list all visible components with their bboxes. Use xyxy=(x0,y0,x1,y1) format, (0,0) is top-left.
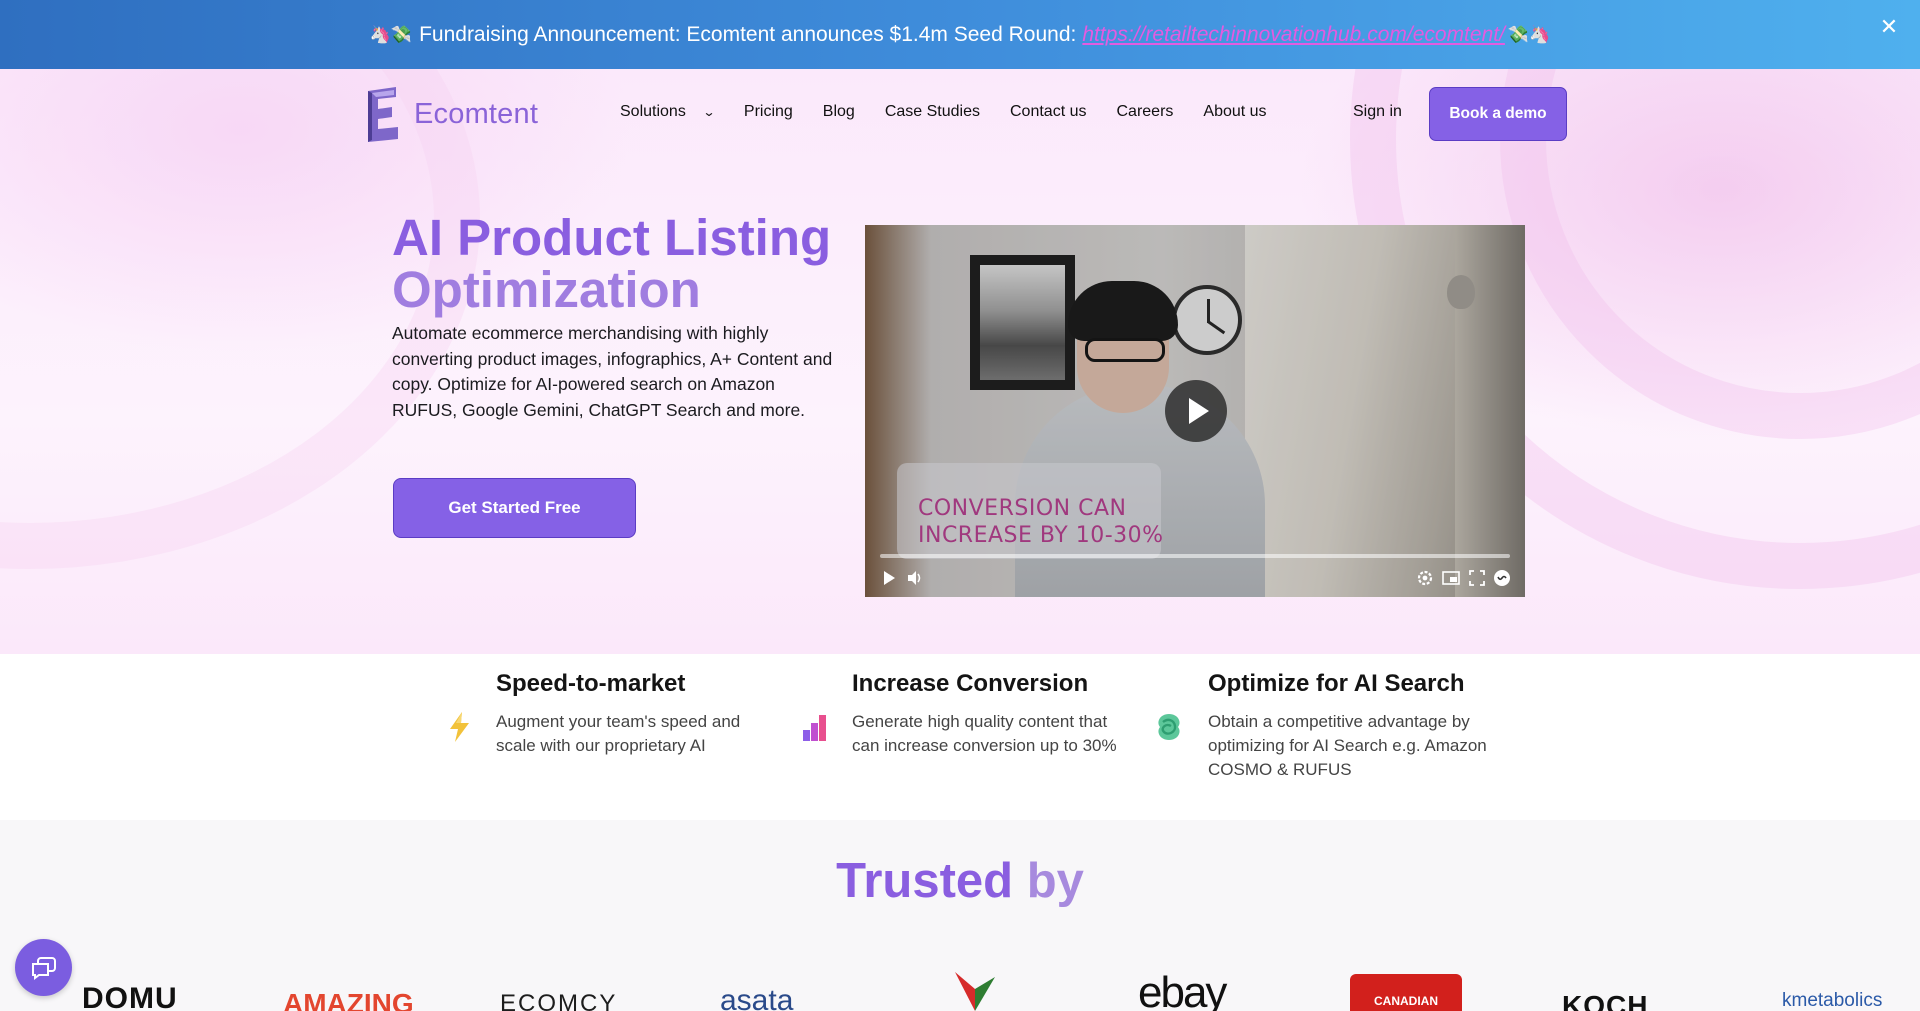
video-progress-bar[interactable] xyxy=(880,554,1510,558)
hero-title: AI Product Listing Optimization xyxy=(392,212,852,316)
trusted-title-word2: by xyxy=(1026,854,1084,908)
hero-description: Automate ecommerce merchandising with hi… xyxy=(392,323,833,420)
chevron-down-icon: ⌄ xyxy=(702,105,716,119)
lightning-icon xyxy=(450,712,469,742)
bird-logo xyxy=(955,972,995,1011)
nav-contact-us[interactable]: Contact us xyxy=(1010,103,1086,121)
hero-title-line1: AI Product Listing xyxy=(392,209,832,266)
video-caption: CONVERSION CAN INCREASE BY 10-30% xyxy=(918,495,1164,549)
video-caption-line2: INCREASE BY 10-30% xyxy=(918,523,1164,548)
logo-canadian-tire: CANADIAN xyxy=(1350,974,1462,1011)
logo-amazing: AMAZING xyxy=(283,988,414,1011)
vimeo-logo-icon[interactable] xyxy=(1492,568,1512,588)
nav-links: Solutions ⌄ Pricing Blog Case Studies Co… xyxy=(620,103,1297,121)
nav-pricing[interactable]: Pricing xyxy=(744,103,793,121)
feature-conversion-title: Increase Conversion xyxy=(852,670,1089,697)
feature-conversion: Increase Conversion Generate high qualit… xyxy=(852,670,1132,758)
trusted-title-word1: Trusted xyxy=(836,854,1014,908)
trusted-title: Trusted by xyxy=(0,853,1920,909)
fullscreen-icon[interactable] xyxy=(1467,568,1487,588)
logo-domu: DOMU xyxy=(82,982,178,1011)
nav-about-us[interactable]: About us xyxy=(1203,103,1266,121)
feature-speed-title: Speed-to-market xyxy=(496,670,686,697)
nav-solutions[interactable]: Solutions ⌄ xyxy=(620,103,716,121)
feature-conversion-desc: Generate high quality content that can i… xyxy=(852,712,1117,755)
feature-speed-desc: Augment your team's speed and scale with… xyxy=(496,712,741,755)
logo-koch: KOCH xyxy=(1562,990,1649,1011)
customer-logos: DOMU AMAZING ECOMCY asata ebay CANADIAN … xyxy=(0,970,1920,1011)
ecomtent-logo-icon xyxy=(368,87,398,142)
close-icon[interactable]: ✕ xyxy=(1876,14,1902,40)
video-caption-line1: CONVERSION CAN xyxy=(918,496,1127,521)
play-button[interactable] xyxy=(1165,380,1227,442)
feature-ai-search: Optimize for AI Search Obtain a competit… xyxy=(1208,670,1488,782)
logo-ecomcy: ECOMCY xyxy=(500,990,618,1011)
knot-icon xyxy=(1158,714,1180,740)
feature-ai-search-desc: Obtain a competitive advantage by optimi… xyxy=(1208,712,1487,779)
feature-ai-search-title: Optimize for AI Search xyxy=(1208,670,1465,697)
brand-name: Ecomtent xyxy=(414,97,539,130)
nav-case-studies[interactable]: Case Studies xyxy=(885,103,980,121)
nav-careers[interactable]: Careers xyxy=(1116,103,1173,121)
volume-icon[interactable] xyxy=(905,568,925,588)
logo-kmetabolics: kmetabolics xyxy=(1782,990,1883,1011)
feature-speed: Speed-to-market Augment your team's spee… xyxy=(496,670,776,758)
announcement-link[interactable]: https://retailtechinnovationhub.com/ecom… xyxy=(1082,23,1505,47)
book-demo-button[interactable]: Book a demo xyxy=(1429,87,1567,141)
video-player[interactable]: CONVERSION CAN INCREASE BY 10-30% xyxy=(865,225,1525,597)
settings-icon[interactable] xyxy=(1415,568,1435,588)
chat-button[interactable] xyxy=(15,939,72,996)
logo-canadian-label: CANADIAN xyxy=(1374,994,1438,1008)
chat-bubble-icon xyxy=(31,956,56,980)
get-started-button[interactable]: Get Started Free xyxy=(393,478,636,538)
nav-solutions-label: Solutions xyxy=(620,103,686,120)
bar-chart-icon xyxy=(803,715,826,741)
logo-asata: asata xyxy=(720,984,794,1011)
brand-logo[interactable]: Ecomtent xyxy=(360,85,538,143)
logo-ebay: ebay xyxy=(1138,970,1227,1011)
top-navigation: Ecomtent Solutions ⌄ Pricing Blog Case S… xyxy=(0,69,1920,159)
nav-blog[interactable]: Blog xyxy=(823,103,855,121)
picture-in-picture-icon[interactable] xyxy=(1441,568,1461,588)
money-unicorn-emoji: 💸🦄 xyxy=(1507,24,1551,45)
hero-title-line2: Optimization xyxy=(392,261,701,318)
announcement-bar: 🦄💸 Fundraising Announcement: Ecomtent an… xyxy=(0,0,1920,69)
announcement-text: Fundraising Announcement: Ecomtent annou… xyxy=(419,22,1077,46)
play-icon[interactable] xyxy=(879,568,899,588)
sign-in-link[interactable]: Sign in xyxy=(1353,103,1402,121)
unicorn-money-emoji: 🦄💸 xyxy=(369,24,413,45)
